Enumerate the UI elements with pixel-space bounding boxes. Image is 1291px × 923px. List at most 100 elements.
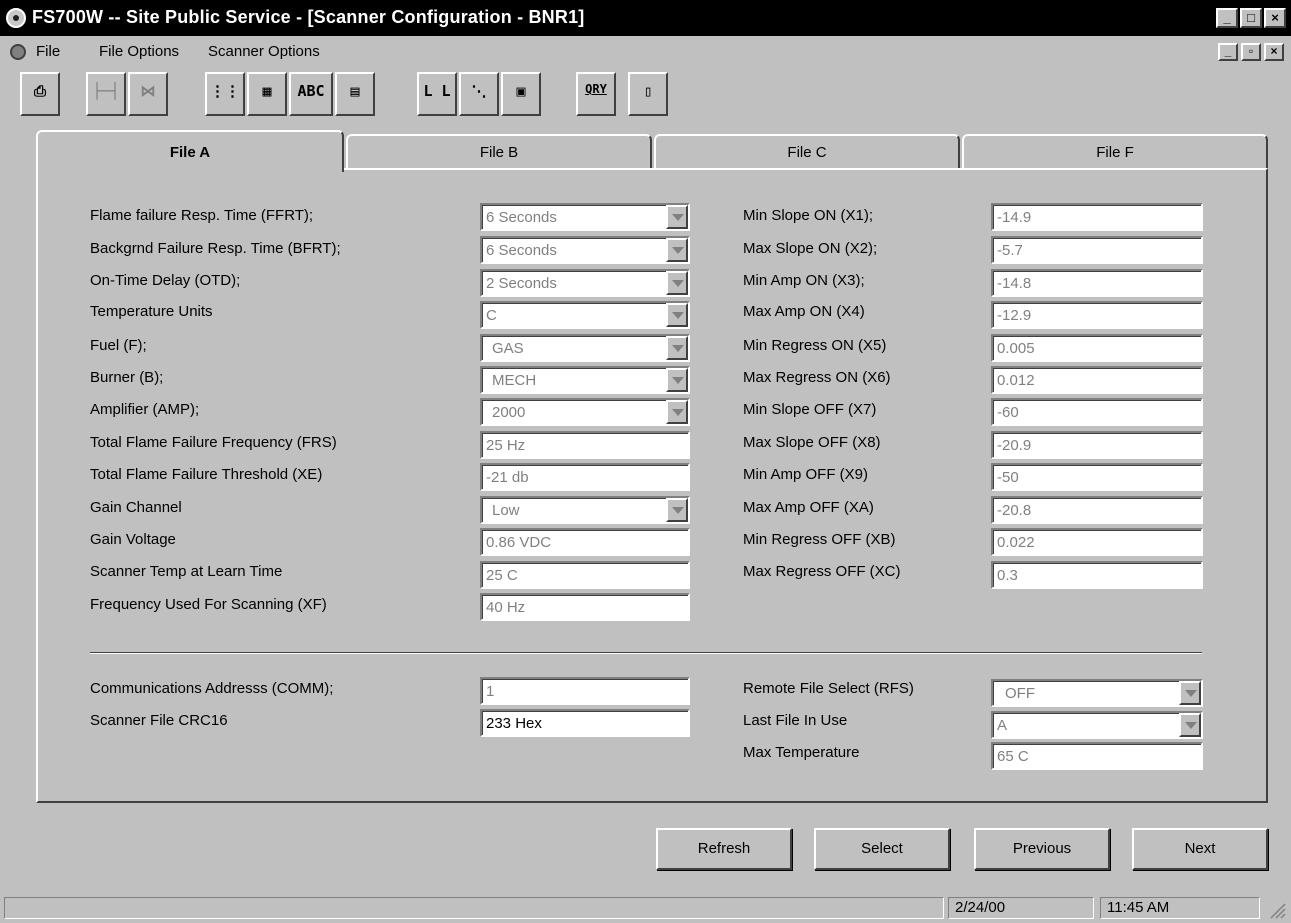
x5-value: 0.005 [997,340,1035,357]
chevron-down-icon[interactable] [1179,681,1201,705]
fuel-select[interactable]: GAS [480,334,690,362]
data-grid-button[interactable]: ▦ [247,72,287,116]
bars-button[interactable]: L L [417,72,457,116]
learn-temp-value: 25 C [486,567,518,584]
amp-select[interactable]: 2000 [480,398,690,426]
status-bar: 2/24/00 11:45 AM [0,893,1291,923]
x5-label: Min Regress ON (X5) [743,337,887,354]
table-button[interactable]: ▤ [335,72,375,116]
chevron-down-icon[interactable] [666,368,688,392]
app-icon[interactable] [6,8,26,28]
xc-field[interactable]: 0.3 [991,561,1203,589]
chart-button[interactable]: ⋱ [459,72,499,116]
x8-field[interactable]: -20.9 [991,431,1203,459]
chevron-down-icon[interactable] [666,271,688,295]
temperature-units-select[interactable]: C [480,301,690,329]
disconnect-icon: ⋈ [140,82,156,100]
maximize-button[interactable]: □ [1240,8,1262,28]
otd-label: On-Time Delay (OTD); [90,272,241,289]
x5-field[interactable]: 0.005 [991,334,1203,362]
list-icon: ⋮⋮ [210,82,240,100]
x1-field[interactable]: -14.9 [991,203,1203,231]
burner-select[interactable]: MECH [480,366,690,394]
query-button[interactable]: QRY [576,72,616,116]
chevron-down-icon[interactable] [1179,713,1201,737]
frs-field[interactable]: 25 Hz [480,431,690,459]
text-icon: ABC [297,82,325,100]
x3-field[interactable]: -14.8 [991,269,1203,297]
document-icon[interactable] [10,44,26,60]
learn-temp-field[interactable]: 25 C [480,561,690,589]
xb-label: Min Regress OFF (XB) [743,531,896,548]
disconnect-button[interactable]: ⋈ [128,72,168,116]
chevron-down-icon[interactable] [666,400,688,424]
x9-field[interactable]: -50 [991,463,1203,491]
print-button[interactable]: ⎙ [20,72,60,116]
xc-label: Max Regress OFF (XC) [743,563,901,580]
rfs-select[interactable]: OFF [991,679,1203,707]
next-button[interactable]: Next [1132,828,1268,870]
x8-label: Max Slope OFF (X8) [743,434,881,451]
ffrt-select[interactable]: 6 Seconds [480,203,690,231]
xa-field[interactable]: -20.8 [991,496,1203,524]
tab-file-b[interactable]: File B [346,134,652,168]
tab-file-a[interactable]: File A [36,130,344,172]
menu-file[interactable]: File [36,43,60,60]
crc16-value: 233 Hex [486,715,542,732]
status-time: 11:45 AM [1100,897,1260,919]
tab-file-c[interactable]: File C [654,134,960,168]
minimize-button[interactable]: _ [1216,8,1238,28]
mdi-close-button[interactable]: × [1264,43,1284,61]
status-message-panel [4,897,944,919]
text-button[interactable]: ABC [289,72,333,116]
xe-value: -21 db [486,469,529,486]
xe-field[interactable]: -21 db [480,463,690,491]
mdi-restore-button[interactable]: ▫ [1241,43,1261,61]
mdi-minimize-button[interactable]: _ [1218,43,1238,61]
x2-field[interactable]: -5.7 [991,236,1203,264]
tab-file-f[interactable]: File F [962,134,1268,168]
xb-field[interactable]: 0.022 [991,528,1203,556]
ffrt-value: 6 Seconds [486,209,557,226]
select-button[interactable]: Select [814,828,950,870]
x7-field[interactable]: -60 [991,398,1203,426]
menu-scanner-options[interactable]: Scanner Options [208,43,320,60]
chevron-down-icon[interactable] [666,336,688,360]
chevron-down-icon[interactable] [666,303,688,327]
frs-label: Total Flame Failure Frequency (FRS) [90,434,337,451]
last-file-select[interactable]: A [991,711,1203,739]
comm-field[interactable]: 1 [480,677,690,705]
gain-voltage-field[interactable]: 0.86 VDC [480,528,690,556]
close-button[interactable]: × [1264,8,1286,28]
chevron-down-icon[interactable] [666,238,688,262]
gain-channel-label: Gain Channel [90,499,182,516]
rfs-value: OFF [1005,685,1035,702]
chevron-down-icon[interactable] [666,205,688,229]
rfs-label: Remote File Select (RFS) [743,680,914,697]
previous-button[interactable]: Previous [974,828,1110,870]
resize-grip-icon[interactable] [1268,901,1286,919]
gain-channel-select[interactable]: Low [480,496,690,524]
connect-icon: ├─┤ [92,82,120,100]
xf-field[interactable]: 40 Hz [480,593,690,621]
exit-button[interactable]: ▯ [628,72,668,116]
xf-value: 40 Hz [486,599,526,616]
connect-button[interactable]: ├─┤ [86,72,126,116]
x6-field[interactable]: 0.012 [991,366,1203,394]
toolbar: ⎙ ├─┤ ⋈ ⋮⋮ ▦ ABC ▤ L L ⋱ ▣ QRY ▯ [10,72,690,120]
menu-file-options[interactable]: File Options [99,43,179,60]
list-button[interactable]: ⋮⋮ [205,72,245,116]
window-button[interactable]: ▣ [501,72,541,116]
chevron-down-icon[interactable] [666,498,688,522]
max-temp-field[interactable]: 65 C [991,742,1203,770]
refresh-button[interactable]: Refresh [656,828,792,870]
amp-label: Amplifier (AMP); [90,401,200,418]
last-file-value: A [997,717,1008,734]
x4-field[interactable]: -12.9 [991,301,1203,329]
crc16-field[interactable]: 233 Hex [480,709,690,737]
otd-select[interactable]: 2 Seconds [480,269,690,297]
query-icon: QRY [585,82,607,96]
otd-value: 2 Seconds [486,275,557,292]
bfrt-select[interactable]: 6 Seconds [480,236,690,264]
xa-label: Max Amp OFF (XA) [743,499,874,516]
